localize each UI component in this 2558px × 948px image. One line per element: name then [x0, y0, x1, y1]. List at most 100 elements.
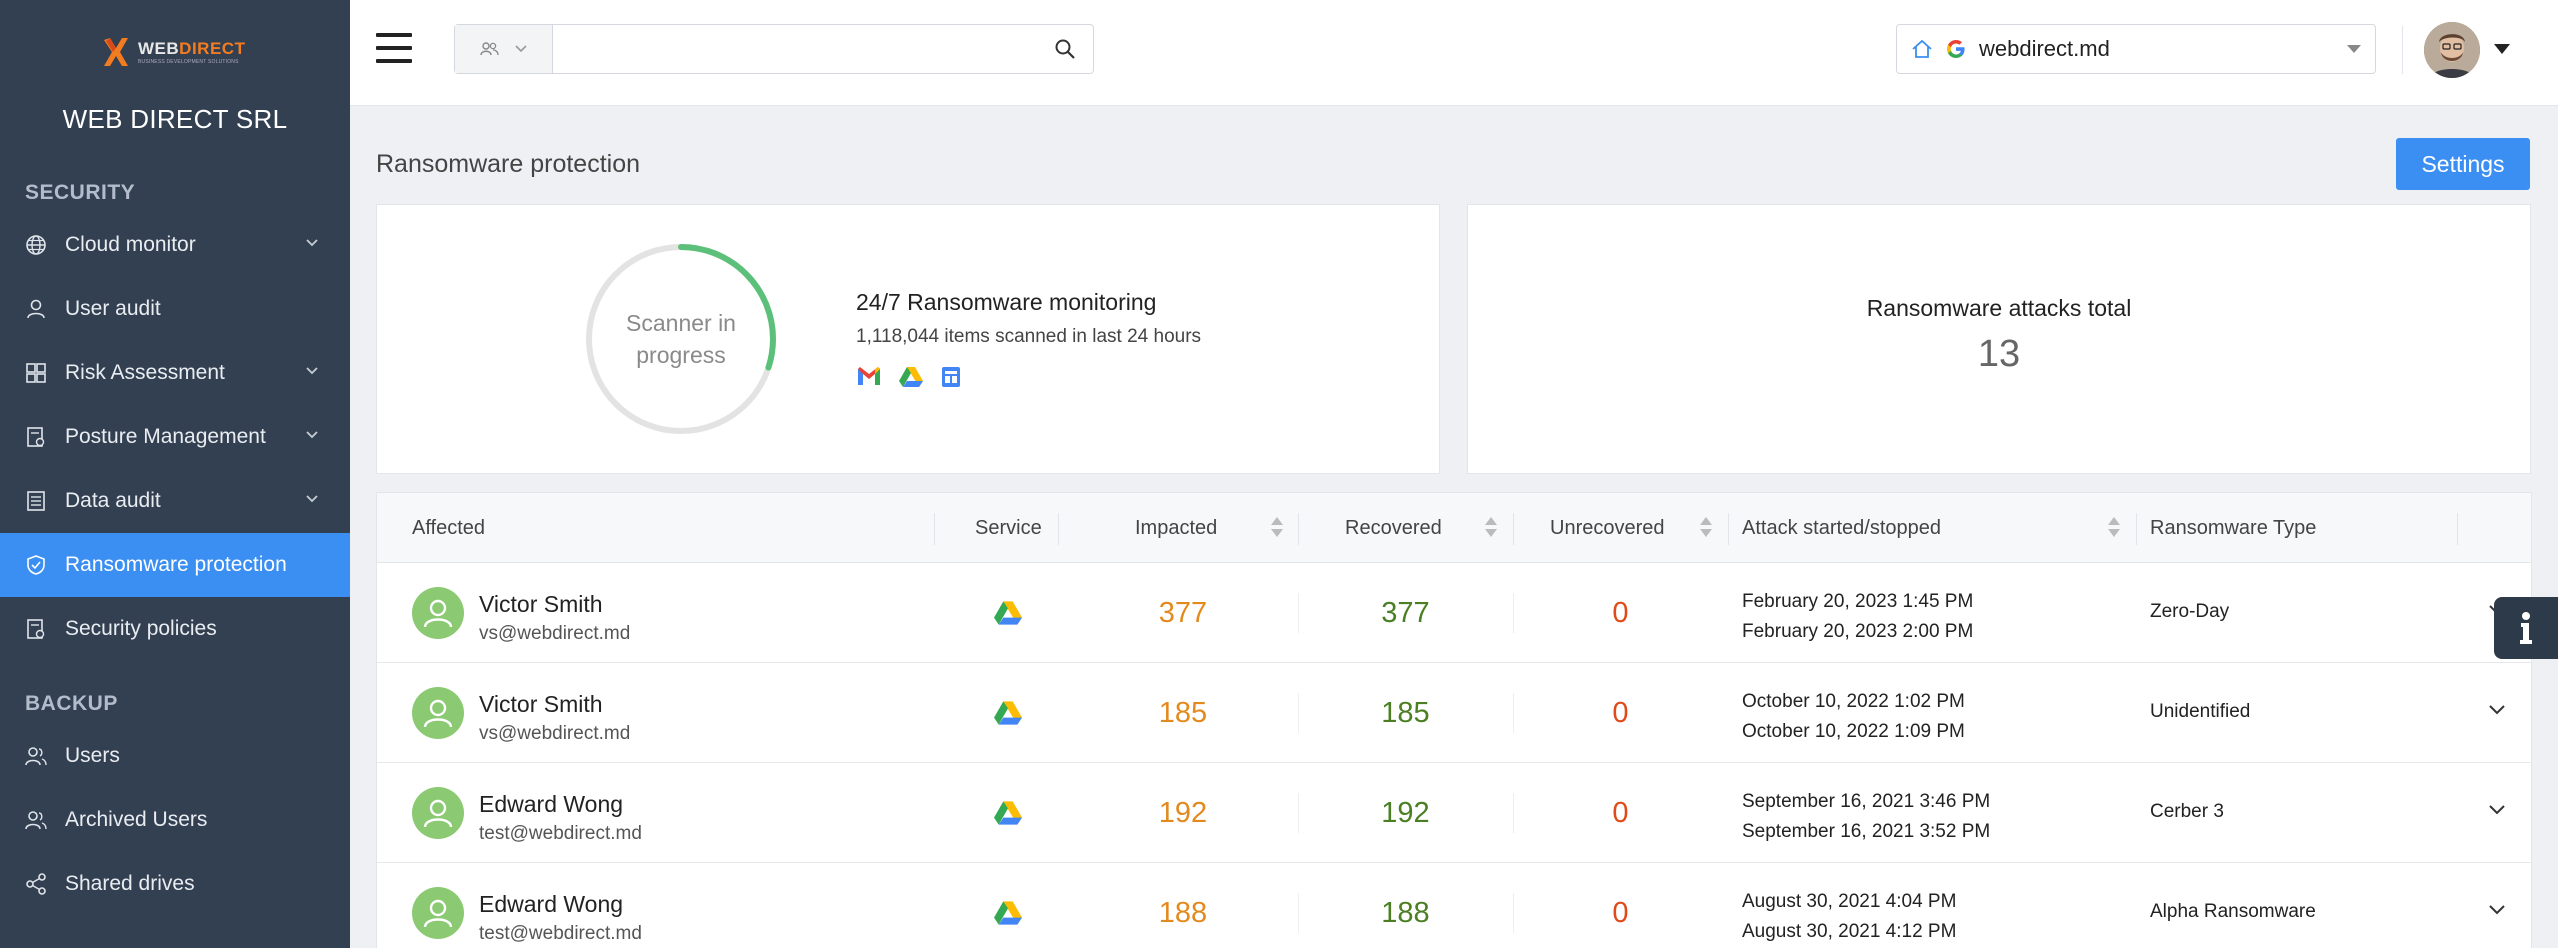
col-affected: Affected: [412, 516, 486, 539]
attacks-total-value: 13: [1977, 333, 2021, 375]
col-recovered[interactable]: Recovered: [1345, 493, 1442, 563]
sidebar-item-shared-drives[interactable]: Shared drives: [0, 852, 350, 916]
attack-started: October 10, 2022 1:02 PM: [1742, 691, 1965, 712]
table-row[interactable]: Edward Wong test@webdirect.md 192 192 0 …: [377, 763, 2531, 863]
user-name: Victor Smith: [479, 591, 603, 617]
ransomware-type: Zero-Day: [2150, 601, 2230, 622]
col-attack-dates[interactable]: Attack started/stopped: [1742, 493, 1941, 563]
user-icon: [27, 299, 45, 319]
sidebar-item-risk-assessment[interactable]: Risk Assessment: [0, 341, 350, 405]
ransomware-type: Cerber 3: [2150, 801, 2224, 822]
column-divider: [1513, 513, 1514, 545]
sidebar-item-cloud-monitor[interactable]: Cloud monitor: [0, 213, 350, 277]
user-name: Victor Smith: [479, 691, 603, 717]
impacted-count: 192: [1158, 796, 1208, 829]
recovered-count: 188: [1381, 896, 1430, 929]
users-icon: [25, 747, 47, 766]
expand-row-chevron-icon[interactable]: [2487, 903, 2507, 917]
share-icon: [26, 873, 46, 895]
sidebar-item-label: Data audit: [65, 489, 161, 512]
sidebar-item-posture-management[interactable]: Posture Management: [0, 405, 350, 469]
hamburger-line: [376, 33, 412, 37]
google-drive-icon: [898, 365, 924, 389]
user-avatar-icon: [412, 687, 464, 739]
menu-toggle-button[interactable]: [376, 33, 412, 63]
user-avatar-icon: [412, 787, 464, 839]
sidebar-item-label: Shared drives: [65, 872, 195, 895]
user-name: Edward Wong: [479, 891, 624, 917]
col-ransomware-type: Ransomware Type: [2150, 516, 2317, 539]
attack-started: February 20, 2023 1:45 PM: [1742, 591, 1974, 612]
impacted-count: 377: [1158, 596, 1208, 629]
column-divider: [1298, 513, 1299, 545]
section-label-security: SECURITY: [25, 181, 136, 204]
hamburger-line: [376, 46, 412, 50]
chevron-down-icon: [306, 239, 318, 247]
table-row[interactable]: Victor Smith vs@webdirect.md 185 185 0 O…: [377, 663, 2531, 763]
attack-stopped: October 10, 2022 1:09 PM: [1742, 721, 1965, 742]
sidebar-item-label: User audit: [65, 297, 161, 320]
google-drive-icon: [994, 901, 1022, 925]
search-group: [454, 24, 1094, 74]
sidebar-item-users[interactable]: Users: [0, 724, 350, 788]
sidebar-item-user-audit[interactable]: User audit: [0, 277, 350, 341]
sidebar-item-archived-users[interactable]: Archived Users: [0, 788, 350, 852]
search-scope-dropdown[interactable]: [455, 25, 553, 73]
logo-word-1: WEB: [138, 38, 180, 58]
attacks-total-title: Ransomware attacks total: [1866, 295, 2132, 321]
col-unrecovered[interactable]: Unrecovered: [1550, 493, 1665, 563]
expand-row-chevron-icon[interactable]: [2487, 703, 2507, 717]
users-icon: [25, 811, 47, 830]
monitored-services: [856, 365, 966, 389]
domain-select[interactable]: webdirect.md: [1896, 24, 2376, 74]
sidebar-item-ransomware-protection[interactable]: Ransomware protection: [0, 533, 350, 597]
sidebar-item-label: Posture Management: [65, 425, 266, 448]
search-button[interactable]: [1037, 25, 1093, 73]
page-title: Ransomware protection: [376, 150, 641, 178]
column-divider: [1058, 513, 1059, 545]
attack-dates: August 30, 2021 4:04 PM August 30, 2021 4…: [1742, 887, 1956, 947]
home-icon: [1912, 39, 1932, 58]
user-avatar[interactable]: [2424, 22, 2480, 78]
sort-impacted-icon[interactable]: [1271, 517, 1283, 539]
sort-recovered-icon[interactable]: [1485, 517, 1497, 539]
settings-button[interactable]: Settings: [2396, 138, 2530, 190]
column-divider: [2457, 513, 2458, 545]
attack-started: August 30, 2021 4:04 PM: [1742, 891, 1957, 912]
unrecovered-count: 0: [1612, 696, 1629, 729]
recovered-count: 377: [1381, 596, 1430, 629]
unrecovered-count: 0: [1612, 796, 1629, 829]
user-avatar-icon: [412, 887, 464, 939]
search-input[interactable]: [553, 25, 1037, 73]
document-icon: [27, 619, 45, 639]
google-drive-icon: [994, 601, 1022, 625]
col-impacted[interactable]: Impacted: [1135, 493, 1217, 563]
sidebar-item-data-audit[interactable]: Data audit: [0, 469, 350, 533]
brand-logo[interactable]: WEBDIRECT BUSINESS DEVELOPMENT SOLUTIONS: [100, 30, 250, 74]
monitoring-subtitle: 1,118,044 items scanned in last 24 hours: [856, 326, 1202, 347]
sidebar-item-label: Ransomware protection: [65, 553, 287, 576]
google-drive-icon: [994, 801, 1022, 825]
table-row[interactable]: Victor Smith vs@webdirect.md 377 377 0 F…: [377, 563, 2531, 663]
attack-stopped: February 20, 2023 2:00 PM: [1742, 621, 1974, 642]
sidebar-item-security-policies[interactable]: Security policies: [0, 597, 350, 661]
expand-row-chevron-icon[interactable]: [2487, 803, 2507, 817]
monitoring-title: 24/7 Ransomware monitoring: [856, 289, 1157, 315]
attack-dates: October 10, 2022 1:02 PM October 10, 2022…: [1742, 687, 1965, 747]
sort-unrecovered-icon[interactable]: [1700, 517, 1712, 539]
scanner-status: Scanner in progress: [583, 241, 779, 437]
sidebar: WEBDIRECT BUSINESS DEVELOPMENT SOLUTIONS…: [0, 0, 350, 948]
logo-text: WEBDIRECT BUSINESS DEVELOPMENT SOLUTIONS: [138, 40, 245, 65]
ransomware-type: Unidentified: [2150, 701, 2251, 722]
logo-mark-icon: [104, 38, 128, 66]
scanner-status-line-2: progress: [636, 342, 726, 368]
info-panel-button[interactable]: [2494, 597, 2558, 659]
sort-attack-dates-icon[interactable]: [2108, 517, 2120, 539]
account-menu-caret-icon[interactable]: [2494, 44, 2510, 54]
topbar: webdirect.md: [350, 0, 2558, 106]
logo-tagline: BUSINESS DEVELOPMENT SOLUTIONS: [138, 58, 239, 65]
list-icon: [27, 491, 45, 511]
avatar-photo: [2424, 22, 2480, 78]
table-row[interactable]: Edward Wong test@webdirect.md 188 188 0 …: [377, 863, 2531, 948]
monitoring-card: Scanner in progress 24/7 Ransomware monit…: [376, 204, 1440, 474]
